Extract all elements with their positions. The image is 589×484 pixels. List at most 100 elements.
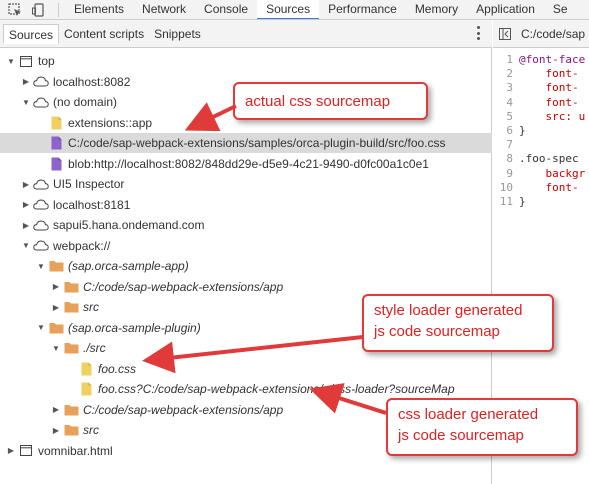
tab-snippets[interactable]: Snippets: [149, 24, 206, 44]
more-options-icon[interactable]: [476, 26, 480, 40]
tree-item-label: (no domain): [53, 95, 118, 109]
tab-application[interactable]: Application: [467, 0, 544, 19]
collapse-triangle-icon[interactable]: ▶: [21, 179, 31, 189]
code-text: font-: [519, 81, 579, 95]
folder-icon: [63, 423, 79, 437]
tab-security[interactable]: Se: [544, 0, 577, 19]
expand-triangle-icon[interactable]: ▼: [36, 261, 46, 271]
code-line: 5 src: u: [493, 110, 585, 124]
cloud-icon: [33, 95, 49, 109]
file-icon: [48, 157, 64, 171]
code-editor[interactable]: 1 @font-face 2 font- 3 font- 4 font- 5 src: u…: [493, 53, 585, 209]
tree-item[interactable]: C:/code/sap-webpack-extensions/samples/o…: [0, 133, 492, 153]
collapse-triangle-icon[interactable]: ▶: [6, 446, 16, 456]
tree-item-label: ./src: [83, 341, 106, 355]
tab-sources-nav[interactable]: Sources: [3, 23, 60, 44]
devtools-toolbar: Elements Network Console Sources Perform…: [0, 0, 589, 20]
tab-sources[interactable]: Sources: [257, 0, 320, 19]
file-icon: [78, 382, 94, 396]
code-line: 8 .foo-spec: [493, 152, 585, 166]
line-number: 2: [506, 67, 513, 81]
editor-tab-bar: C:/code/sap: [493, 20, 589, 48]
callout-actual-css: actual css sourcemap: [233, 82, 428, 120]
code-line: 2 font-: [493, 67, 585, 81]
tree-item-label: (sap.orca-sample-app): [68, 259, 189, 273]
toggle-navigator-icon[interactable]: [499, 27, 511, 40]
toolbar-divider: [58, 2, 59, 17]
code-text: backgr: [519, 166, 586, 180]
callout-css-loader-line2: js code sourcemap: [398, 427, 524, 444]
cloud-icon: [33, 218, 49, 232]
code-line: 11}: [493, 195, 585, 209]
tree-item-label: foo.css?C:/code/sap-webpack-extensions/~…: [98, 382, 455, 396]
code-line: 6}: [493, 124, 585, 138]
collapse-triangle-icon[interactable]: ▶: [51, 425, 61, 435]
tree-item[interactable]: ▼ webpack://: [0, 236, 492, 256]
tree-item[interactable]: blob:http://localhost:8082/848dd29e-d5e9…: [0, 154, 492, 174]
tree-item[interactable]: ▶ UI5 Inspector: [0, 174, 492, 194]
line-number: 9: [506, 166, 513, 180]
callout-style-loader-line2: js code sourcemap: [374, 323, 500, 340]
cloud-icon: [33, 177, 49, 191]
expand-triangle-icon[interactable]: ▼: [36, 323, 46, 333]
collapse-triangle-icon[interactable]: ▶: [51, 302, 61, 312]
cloud-icon: [33, 239, 49, 253]
line-number: 6: [506, 123, 513, 137]
line-number: 10: [499, 180, 513, 194]
code-text: src: u: [519, 109, 586, 123]
code-line: 10 font-: [493, 181, 585, 195]
tree-item-label: src: [83, 423, 99, 437]
tree-item[interactable]: foo.css: [0, 359, 492, 379]
tab-memory[interactable]: Memory: [406, 0, 467, 19]
line-number: 7: [506, 138, 513, 152]
line-number: 3: [506, 81, 513, 95]
tree-item-label: top: [38, 54, 55, 68]
code-text: }: [519, 194, 526, 208]
code-text: font-: [519, 95, 579, 109]
tree-item[interactable]: ▼ (sap.orca-sample-app): [0, 256, 492, 276]
tab-performance[interactable]: Performance: [319, 0, 406, 19]
tree-item[interactable]: foo.css?C:/code/sap-webpack-extensions/~…: [0, 379, 492, 399]
code-text: font-: [519, 180, 579, 194]
file-icon: [48, 116, 64, 130]
tree-item[interactable]: ▼ top: [0, 51, 492, 71]
tree-item-label: C:/code/sap-webpack-extensions/app: [83, 279, 284, 294]
tab-content-scripts[interactable]: Content scripts: [59, 24, 149, 44]
code-text: @font-face: [519, 53, 586, 66]
line-number: 4: [506, 95, 513, 109]
callout-actual-css-text: actual css sourcemap: [245, 93, 391, 110]
device-toolbar-icon[interactable]: [30, 1, 48, 19]
frame-icon: [18, 444, 34, 458]
inspect-element-icon[interactable]: [6, 1, 24, 19]
expand-triangle-icon[interactable]: ▼: [51, 343, 61, 353]
collapse-triangle-icon[interactable]: ▶: [51, 405, 61, 415]
code-line: 9 backgr: [493, 167, 585, 181]
tree-item-label: webpack://: [53, 238, 111, 253]
collapse-triangle-icon[interactable]: ▶: [51, 282, 61, 292]
tab-elements[interactable]: Elements: [65, 0, 133, 19]
editor-file-tab[interactable]: C:/code/sap: [521, 27, 585, 41]
expand-triangle-icon[interactable]: ▼: [6, 56, 16, 66]
tab-console[interactable]: Console: [195, 0, 257, 19]
tree-item-label: extensions::app: [68, 115, 153, 130]
collapse-triangle-icon[interactable]: ▶: [21, 77, 31, 87]
collapse-triangle-icon[interactable]: ▶: [21, 200, 31, 210]
tree-item[interactable]: ▶ localhost:8181: [0, 195, 492, 215]
expand-triangle-icon[interactable]: ▼: [21, 241, 31, 251]
expand-triangle-icon[interactable]: ▼: [21, 97, 31, 107]
tree-item-label: localhost:8181: [53, 197, 131, 212]
folder-icon: [48, 321, 64, 335]
collapse-triangle-icon[interactable]: ▶: [21, 220, 31, 230]
folder-icon: [63, 403, 79, 417]
tree-item[interactable]: ▶ sapui5.hana.ondemand.com: [0, 215, 492, 235]
tree-item-label: foo.css: [98, 361, 137, 376]
tree-item-label: C:/code/sap-webpack-extensions/samples/o…: [68, 136, 446, 150]
folder-icon: [63, 280, 79, 294]
tree-item-label: vomnibar.html: [38, 443, 113, 458]
tab-network[interactable]: Network: [133, 0, 195, 19]
file-icon: [78, 362, 94, 376]
